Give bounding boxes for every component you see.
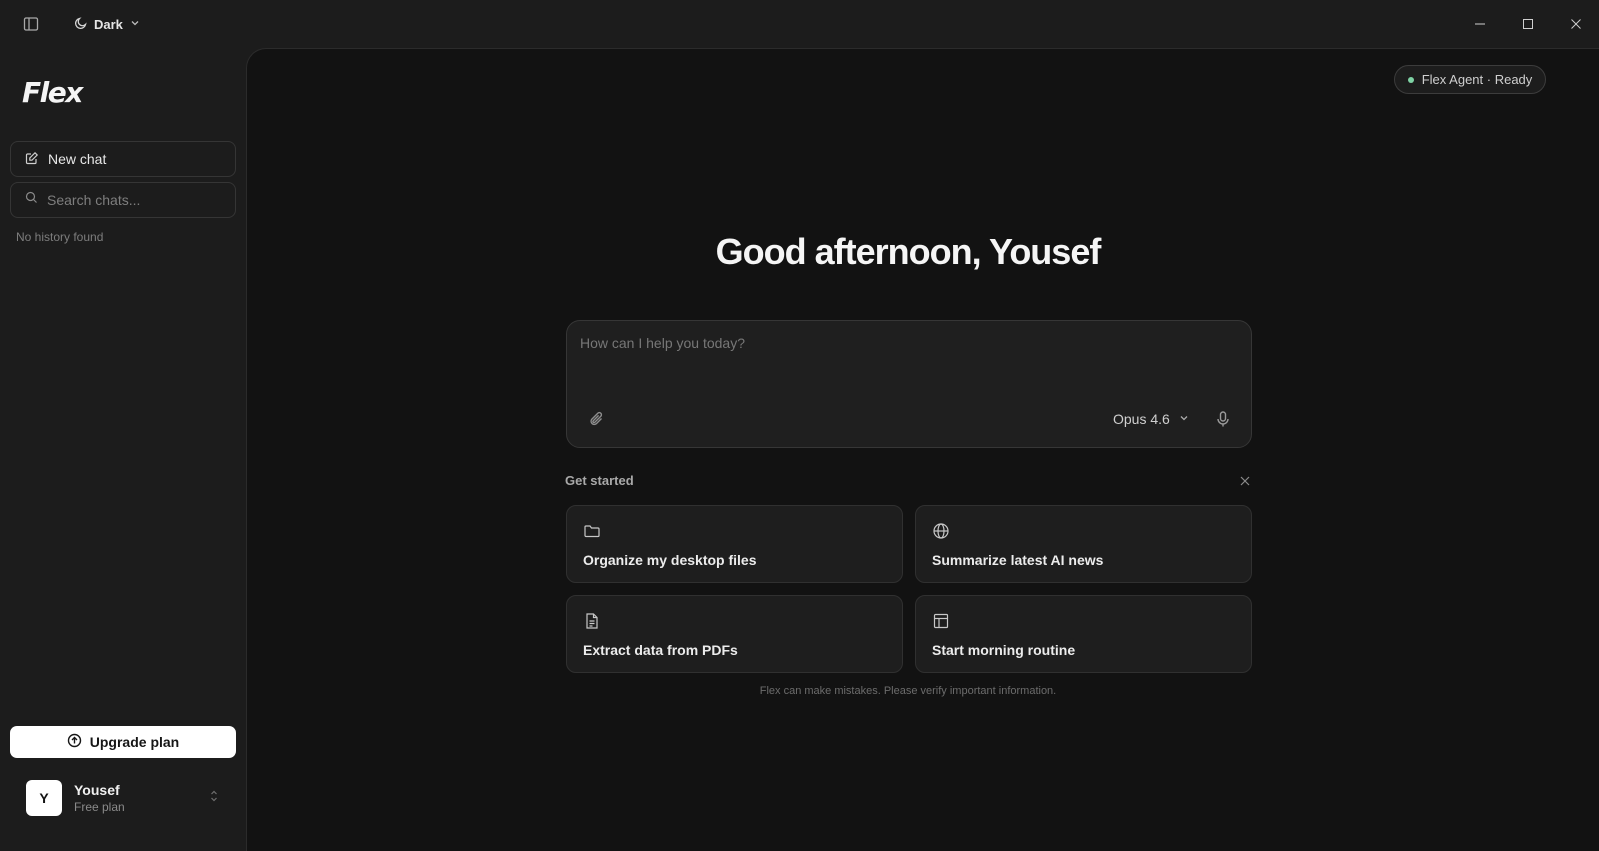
- chevron-up-down-icon: [208, 789, 220, 808]
- new-chat-button[interactable]: New chat: [10, 141, 236, 177]
- empty-history-text: No history found: [16, 230, 104, 244]
- user-account-menu[interactable]: Y Yousef Free plan: [10, 772, 236, 824]
- maximize-icon[interactable]: [1517, 13, 1539, 35]
- suggestion-card-routine[interactable]: Start morning routine: [915, 595, 1252, 673]
- edit-icon: [25, 151, 39, 168]
- layout-icon: [932, 612, 950, 630]
- suggestion-label: Organize my desktop files: [583, 552, 757, 568]
- suggestion-card-pdf[interactable]: Extract data from PDFs: [566, 595, 903, 673]
- upgrade-arrow-icon: [67, 733, 82, 751]
- new-chat-label: New chat: [48, 151, 107, 167]
- suggestion-label: Summarize latest AI news: [932, 552, 1104, 568]
- sidebar-toggle-icon[interactable]: [22, 15, 40, 33]
- status-dot-icon: [1407, 76, 1414, 83]
- title-bar: Dark: [0, 0, 1599, 48]
- microphone-icon[interactable]: [1213, 409, 1233, 429]
- avatar: Y: [26, 780, 62, 816]
- get-started-title: Get started: [565, 473, 634, 488]
- chat-composer: Opus 4.6: [566, 320, 1252, 448]
- agent-status-label: Flex Agent · Ready: [1421, 72, 1533, 87]
- upgrade-plan-label: Upgrade plan: [89, 734, 180, 750]
- moon-icon: [74, 16, 88, 33]
- dismiss-get-started-icon[interactable]: [1238, 474, 1252, 488]
- user-plan: Free plan: [74, 800, 125, 814]
- suggestion-label: Start morning routine: [932, 642, 1076, 658]
- main-panel: Flex Agent · Ready Good afternoon, Youse…: [246, 48, 1599, 851]
- search-chats-input[interactable]: [47, 192, 217, 208]
- disclaimer-text: Flex can make mistakes. Please verify im…: [759, 685, 1057, 697]
- user-name: Yousef: [74, 782, 120, 798]
- chevron-down-icon: [1178, 411, 1190, 427]
- flex-logo: Flex: [22, 76, 83, 109]
- model-selector[interactable]: Opus 4.6: [1113, 409, 1190, 429]
- suggestion-card-organize[interactable]: Organize my desktop files: [566, 505, 903, 583]
- suggestion-card-news[interactable]: Summarize latest AI news: [915, 505, 1252, 583]
- theme-selector[interactable]: Dark: [74, 13, 141, 35]
- upgrade-plan-button[interactable]: Upgrade plan: [10, 726, 236, 758]
- globe-icon: [932, 522, 950, 540]
- paperclip-icon[interactable]: [587, 409, 607, 429]
- close-icon[interactable]: [1565, 13, 1587, 35]
- search-icon: [25, 191, 38, 209]
- agent-status-badge: Flex Agent · Ready: [1394, 65, 1546, 94]
- theme-label: Dark: [94, 16, 123, 32]
- search-chats-box: [10, 182, 236, 218]
- suggestion-label: Extract data from PDFs: [583, 642, 738, 658]
- sidebar: Flex New chat No history found Upgrade p…: [0, 48, 246, 851]
- chevron-down-icon: [129, 17, 141, 32]
- minimize-icon[interactable]: [1469, 13, 1491, 35]
- prompt-input[interactable]: [580, 335, 1230, 375]
- greeting-heading: Good afternoon, Yousef: [715, 231, 1102, 272]
- file-text-icon: [583, 612, 601, 630]
- folder-icon: [583, 522, 601, 540]
- model-label: Opus 4.6: [1113, 411, 1170, 427]
